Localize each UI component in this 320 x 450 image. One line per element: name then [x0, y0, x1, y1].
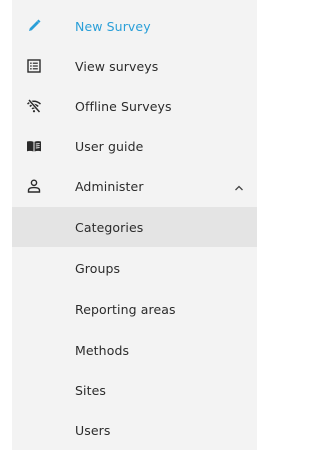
nav-subitem-sites[interactable]: Sites — [12, 370, 257, 410]
nav-subitem-users[interactable]: Users — [12, 410, 257, 450]
nav-item-label: New Survey — [75, 18, 151, 34]
chevron-up-icon[interactable] — [233, 179, 245, 191]
nav-item-new-survey[interactable]: New Survey — [12, 6, 257, 46]
nav-subitem-label: Users — [75, 422, 111, 438]
nav-subitem-label: Sites — [75, 382, 107, 398]
wifi-off-icon — [26, 98, 42, 114]
nav-item-label: Offline Surveys — [75, 98, 172, 114]
book-icon — [26, 138, 42, 154]
nav-subitem-methods[interactable]: Methods — [12, 330, 257, 370]
nav-item-label: User guide — [75, 138, 144, 154]
nav-item-view-surveys[interactable]: View surveys — [12, 46, 257, 86]
nav-item-label: View surveys — [75, 58, 159, 74]
nav-subitem-label: Methods — [75, 342, 130, 358]
nav-item-offline-surveys[interactable]: Offline Surveys — [12, 86, 257, 126]
nav-item-administer[interactable]: Administer — [12, 166, 257, 206]
side-navigation: New Survey View surveys Offline Surveys … — [12, 0, 257, 450]
nav-subitem-label: Categories — [75, 219, 144, 235]
user-icon — [26, 178, 42, 194]
nav-subitem-groups[interactable]: Groups — [12, 248, 257, 288]
list-icon — [26, 58, 42, 74]
nav-subitem-reporting-areas[interactable]: Reporting areas — [12, 289, 257, 329]
nav-item-user-guide[interactable]: User guide — [12, 126, 257, 166]
nav-item-label: Administer — [75, 178, 144, 194]
pencil-icon — [26, 18, 42, 34]
nav-subitem-label: Reporting areas — [75, 301, 176, 317]
nav-subitem-categories[interactable]: Categories — [12, 207, 257, 247]
nav-subitem-label: Groups — [75, 260, 121, 276]
